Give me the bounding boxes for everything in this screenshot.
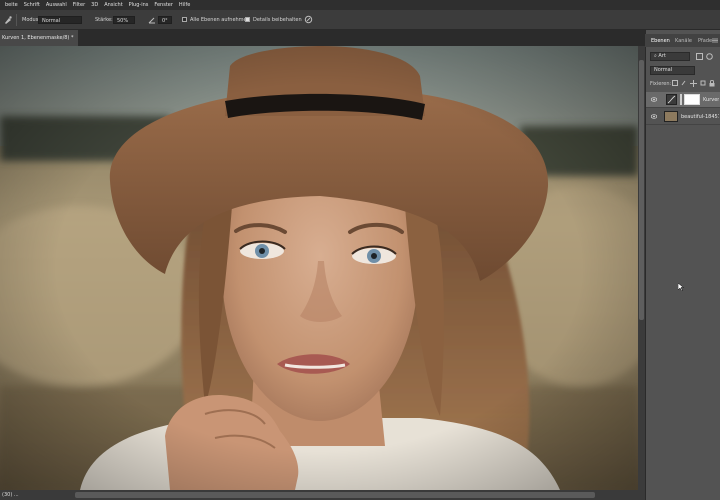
details-label: Details beibehalten — [253, 16, 302, 23]
lock-label: Fixieren: — [650, 81, 672, 87]
zoom-level[interactable]: (30) ... — [2, 492, 19, 498]
modus-select[interactable]: Normal — [38, 15, 82, 24]
vertical-scrollbar-thumb[interactable] — [639, 60, 644, 320]
menu-filter[interactable]: Filter — [70, 2, 88, 8]
portrait-photo — [0, 46, 638, 490]
menu-auswahl[interactable]: Auswahl — [43, 2, 70, 8]
layer-image-thumbnail — [664, 111, 678, 122]
panel-menu-icon[interactable] — [712, 38, 718, 45]
tab-ebenen[interactable]: Ebenen — [651, 38, 670, 44]
brush-tool-icon[interactable] — [3, 10, 13, 29]
canvas-area[interactable] — [0, 46, 638, 490]
options-bar: Modus: Normal Stärke: 50% 0° Alle Ebenen… — [0, 10, 720, 30]
menu-schrift[interactable]: Schrift — [21, 2, 43, 8]
mask-link-icon[interactable] — [680, 94, 682, 105]
horizontal-scrollbar-thumb[interactable] — [75, 492, 595, 498]
filter-toggle-icon[interactable] — [706, 53, 713, 62]
search-icon: ⌕ — [654, 53, 657, 59]
layer-mask-thumbnail[interactable] — [684, 94, 700, 105]
alle-ebenen-checkbox[interactable]: Alle Ebenen aufnehmen — [182, 10, 250, 29]
pressure-icon[interactable] — [304, 10, 313, 29]
angle-input[interactable]: 0° — [158, 15, 172, 24]
curves-adjustment-icon — [666, 94, 677, 105]
details-checkbox[interactable]: Details beibehalten — [245, 10, 302, 29]
menu-hilfe[interactable]: Hilfe — [176, 2, 193, 8]
angle-icon — [148, 10, 156, 29]
layer-row[interactable]: Kurven 1 — [646, 92, 720, 108]
lock-artboard-icon[interactable] — [700, 80, 706, 88]
mouse-cursor-icon — [677, 282, 685, 293]
menu-fenster[interactable]: Fenster — [151, 2, 176, 8]
document-tab[interactable]: Kurven 1, Ebenenmaske/8) * — [0, 30, 78, 46]
menu-bearbeiten[interactable]: beite — [2, 2, 21, 8]
menu-ansicht[interactable]: Ansicht — [101, 2, 125, 8]
staerke-label: Stärke: — [95, 16, 113, 23]
alle-ebenen-label: Alle Ebenen aufnehmen — [190, 16, 250, 23]
blend-mode-select[interactable]: Normal — [650, 66, 695, 75]
visibility-eye-icon[interactable] — [651, 97, 657, 102]
menu-bar: beite Schrift Auswahl Filter 3D Ansicht … — [0, 0, 720, 10]
layer-filter-label: Art — [658, 53, 666, 59]
menu-plugins[interactable]: Plug-ins — [126, 2, 152, 8]
tab-pfade[interactable]: Pfade — [698, 38, 712, 44]
staerke-input[interactable]: 50% — [113, 15, 135, 24]
layer-name[interactable]: beautiful-18457... — [681, 114, 719, 120]
separator — [16, 10, 17, 29]
menu-3d[interactable]: 3D — [88, 2, 101, 8]
document-tab-bar — [0, 30, 645, 46]
filter-image-icon[interactable] — [696, 53, 703, 62]
lock-transparency-icon[interactable] — [672, 80, 678, 88]
layer-row[interactable]: beautiful-18457... — [646, 109, 720, 125]
alle-ebenen-checkbox-box[interactable] — [182, 17, 187, 22]
lock-all-icon[interactable] — [709, 79, 715, 89]
visibility-eye-icon[interactable] — [651, 114, 657, 119]
lock-move-icon[interactable] — [690, 80, 697, 89]
lock-brush-icon[interactable] — [681, 80, 687, 88]
details-checkbox-box[interactable] — [245, 17, 250, 22]
layer-filter-select[interactable]: ⌕ Art — [650, 52, 690, 61]
layer-name[interactable]: Kurven 1 — [703, 97, 719, 103]
tab-kanaele[interactable]: Kanäle — [675, 38, 692, 44]
document-tab-title: Kurven 1, Ebenenmaske/8) * — [2, 35, 74, 41]
